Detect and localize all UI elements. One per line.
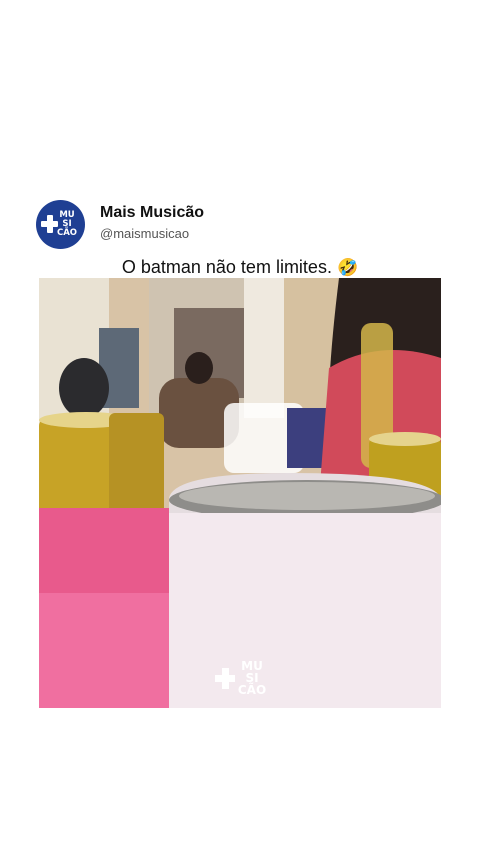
watermark-plus-icon-stem — [222, 668, 229, 689]
plus-icon-stem — [47, 215, 53, 233]
watermark-logo: MU SI CÃO — [215, 658, 275, 700]
laughing-emoji-icon: 🤣 — [336, 258, 359, 277]
user-handle[interactable]: @maismusicao — [100, 226, 189, 241]
post-caption: O batman não tem limites. 🤣 — [0, 257, 480, 278]
avatar-logo-text: MU SI CÃO — [56, 211, 78, 238]
display-name[interactable]: Mais Musicão — [100, 204, 204, 222]
watermark-line: CÃO — [237, 683, 267, 697]
caption-text: O batman não tem limites. — [121, 257, 332, 277]
avatar[interactable]: MU SI CÃO — [36, 200, 85, 249]
video-scene-image — [39, 278, 441, 708]
post-header: MU SI CÃO Mais Musicão @maismusicao — [36, 198, 456, 252]
watermark-text: MU SI CÃO — [236, 660, 268, 696]
video-frame[interactable]: MU SI CÃO — [39, 278, 441, 708]
avatar-logo-line: CÃO — [56, 228, 78, 238]
